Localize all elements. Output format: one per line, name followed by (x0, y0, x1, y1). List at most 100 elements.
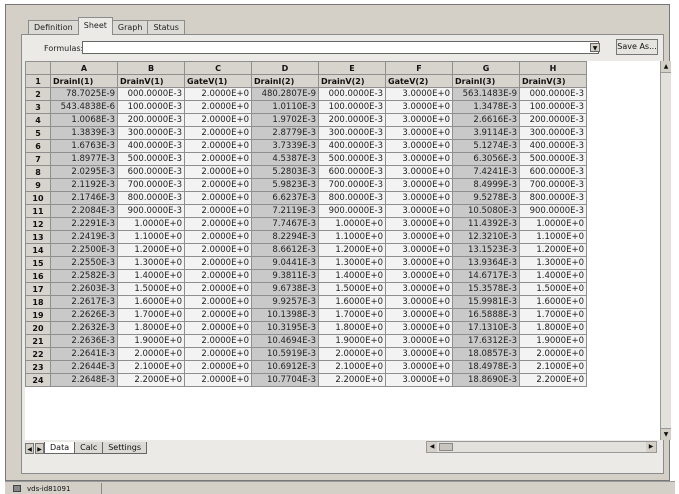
data-cell[interactable]: 3.7339E-3 (251, 139, 319, 153)
data-cell[interactable]: 2.0000E+0 (184, 113, 252, 127)
formula-dropdown-button[interactable]: ▼ (590, 43, 600, 52)
column-name-cell[interactable]: DrainV(3) (519, 74, 587, 88)
data-cell[interactable]: 000.0000E-3 (318, 87, 386, 101)
data-cell[interactable]: 2.0000E+0 (184, 347, 252, 361)
data-cell[interactable]: 10.4694E-3 (251, 334, 319, 348)
data-table[interactable]: ABCDEFGH 1 DrainI(1) DrainV(1) GateV(1) Drai… (25, 61, 587, 387)
data-cell[interactable]: 2.2644E-3 (50, 360, 118, 374)
taskbar-item[interactable]: vds-id81091 (13, 484, 70, 493)
data-cell[interactable]: 2.2603E-3 (50, 282, 118, 296)
tab-definition[interactable]: Definition (28, 20, 79, 35)
data-cell[interactable]: 10.1398E-3 (251, 308, 319, 322)
data-cell[interactable]: 000.0000E-3 (117, 87, 185, 101)
column-name-cell[interactable]: DrainI(2) (251, 74, 319, 88)
data-cell[interactable]: 3.0000E+0 (385, 282, 453, 296)
row-header[interactable]: 24 (25, 373, 51, 387)
column-header-g[interactable]: G (452, 61, 520, 75)
data-cell[interactable]: 1.8977E-3 (50, 152, 118, 166)
data-cell[interactable]: 2.0000E+0 (318, 347, 386, 361)
grid-corner[interactable] (25, 61, 51, 75)
row-header[interactable]: 4 (25, 113, 51, 127)
data-cell[interactable]: 1.7000E+0 (519, 308, 587, 322)
data-cell[interactable]: 000.0000E-3 (519, 87, 587, 101)
data-cell[interactable]: 1.0068E-3 (50, 113, 118, 127)
data-cell[interactable]: 2.1192E-3 (50, 178, 118, 192)
data-cell[interactable]: 200.0000E-3 (519, 113, 587, 127)
sheet-tab-calc[interactable]: Calc (74, 442, 104, 454)
data-cell[interactable]: 18.4978E-3 (452, 360, 520, 374)
data-cell[interactable]: 3.0000E+0 (385, 217, 453, 231)
data-cell[interactable]: 2.1000E+0 (117, 360, 185, 374)
data-cell[interactable]: 700.0000E-3 (318, 178, 386, 192)
data-cell[interactable]: 7.7467E-3 (251, 217, 319, 231)
data-cell[interactable]: 900.0000E-3 (318, 204, 386, 218)
sheet-tab-settings[interactable]: Settings (102, 442, 148, 454)
row-header[interactable]: 22 (25, 347, 51, 361)
data-cell[interactable]: 1.0000E+0 (318, 217, 386, 231)
sheet-prev-icon[interactable]: ◀ (25, 442, 34, 454)
data-cell[interactable]: 2.0000E+0 (184, 243, 252, 257)
data-cell[interactable]: 10.3195E-3 (251, 321, 319, 335)
data-cell[interactable]: 2.0000E+0 (184, 308, 252, 322)
row-header[interactable]: 13 (25, 230, 51, 244)
data-cell[interactable]: 500.0000E-3 (519, 152, 587, 166)
row-header[interactable]: 23 (25, 360, 51, 374)
data-cell[interactable]: 1.4000E+0 (117, 269, 185, 283)
row-header[interactable]: 20 (25, 321, 51, 335)
row-header[interactable]: 8 (25, 165, 51, 179)
data-cell[interactable]: 1.1000E+0 (318, 230, 386, 244)
data-cell[interactable]: 2.0000E+0 (184, 360, 252, 374)
data-cell[interactable]: 9.9257E-3 (251, 295, 319, 309)
data-cell[interactable]: 15.9981E-3 (452, 295, 520, 309)
data-cell[interactable]: 2.2500E-3 (50, 243, 118, 257)
row-header[interactable]: 9 (25, 178, 51, 192)
data-cell[interactable]: 9.0441E-3 (251, 256, 319, 270)
data-cell[interactable]: 1.4000E+0 (519, 269, 587, 283)
data-cell[interactable]: 3.0000E+0 (385, 321, 453, 335)
row-header[interactable]: 12 (25, 217, 51, 231)
row-header[interactable]: 11 (25, 204, 51, 218)
data-cell[interactable]: 1.3000E+0 (519, 256, 587, 270)
data-cell[interactable]: 3.0000E+0 (385, 360, 453, 374)
data-cell[interactable]: 2.2636E-3 (50, 334, 118, 348)
data-cell[interactable]: 11.4392E-3 (452, 217, 520, 231)
data-cell[interactable]: 2.0000E+0 (184, 100, 252, 114)
data-cell[interactable]: 2.0000E+0 (184, 152, 252, 166)
data-cell[interactable]: 3.0000E+0 (385, 230, 453, 244)
row-header[interactable]: 2 (25, 87, 51, 101)
data-cell[interactable]: 1.9000E+0 (117, 334, 185, 348)
data-cell[interactable]: 100.0000E-3 (117, 100, 185, 114)
data-cell[interactable]: 2.2626E-3 (50, 308, 118, 322)
vertical-scrollbar[interactable]: ▲ ▼ (660, 61, 671, 440)
data-cell[interactable]: 2.1000E+0 (519, 360, 587, 374)
row-header[interactable]: 21 (25, 334, 51, 348)
data-cell[interactable]: 3.0000E+0 (385, 165, 453, 179)
horizontal-scrollbar[interactable]: ◀ ▶ (426, 441, 657, 453)
data-cell[interactable]: 13.9364E-3 (452, 256, 520, 270)
data-cell[interactable]: 1.0000E+0 (519, 217, 587, 231)
data-cell[interactable]: 2.0000E+0 (184, 87, 252, 101)
data-cell[interactable]: 2.0000E+0 (184, 178, 252, 192)
data-cell[interactable]: 1.8000E+0 (117, 321, 185, 335)
data-cell[interactable]: 1.3000E+0 (318, 256, 386, 270)
column-header-a[interactable]: A (50, 61, 118, 75)
data-cell[interactable]: 3.0000E+0 (385, 100, 453, 114)
data-cell[interactable]: 17.1310E-3 (452, 321, 520, 335)
data-cell[interactable]: 300.0000E-3 (117, 126, 185, 140)
row-header[interactable]: 14 (25, 243, 51, 257)
data-cell[interactable]: 1.3478E-3 (452, 100, 520, 114)
scroll-down-arrow-icon[interactable]: ▼ (661, 428, 671, 440)
data-cell[interactable]: 3.0000E+0 (385, 204, 453, 218)
data-cell[interactable]: 1.8000E+0 (519, 321, 587, 335)
data-cell[interactable]: 2.2632E-3 (50, 321, 118, 335)
data-cell[interactable]: 2.0000E+0 (184, 230, 252, 244)
data-cell[interactable]: 2.2550E-3 (50, 256, 118, 270)
data-cell[interactable]: 600.0000E-3 (519, 165, 587, 179)
data-cell[interactable]: 1.3839E-3 (50, 126, 118, 140)
column-header-f[interactable]: F (385, 61, 453, 75)
row-header[interactable]: 10 (25, 191, 51, 205)
row-header[interactable]: 15 (25, 256, 51, 270)
scroll-right-arrow-icon[interactable]: ▶ (646, 442, 656, 452)
data-cell[interactable]: 1.2000E+0 (117, 243, 185, 257)
data-cell[interactable]: 1.9702E-3 (251, 113, 319, 127)
